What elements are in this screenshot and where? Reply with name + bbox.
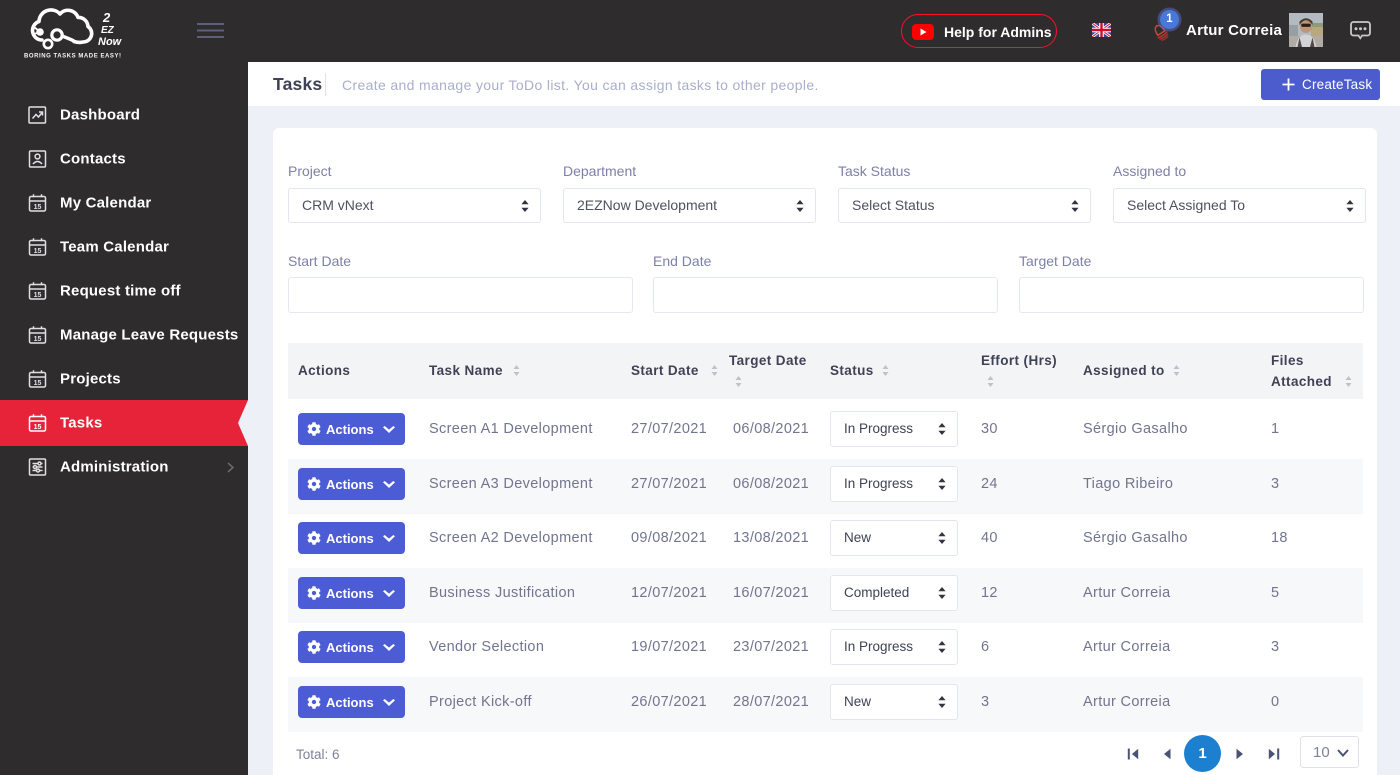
svg-text:BORING TASKS MADE EASY!: BORING TASKS MADE EASY!	[24, 54, 122, 60]
svg-text:15: 15	[34, 424, 42, 431]
svg-text:15: 15	[34, 204, 42, 211]
svg-text:15: 15	[34, 380, 42, 387]
svg-text:15: 15	[34, 292, 42, 299]
svg-text:15: 15	[34, 336, 42, 343]
svg-text:Now: Now	[98, 36, 123, 48]
svg-text:2: 2	[102, 10, 111, 25]
svg-text:EZ: EZ	[101, 25, 115, 36]
svg-text:15: 15	[34, 248, 42, 255]
